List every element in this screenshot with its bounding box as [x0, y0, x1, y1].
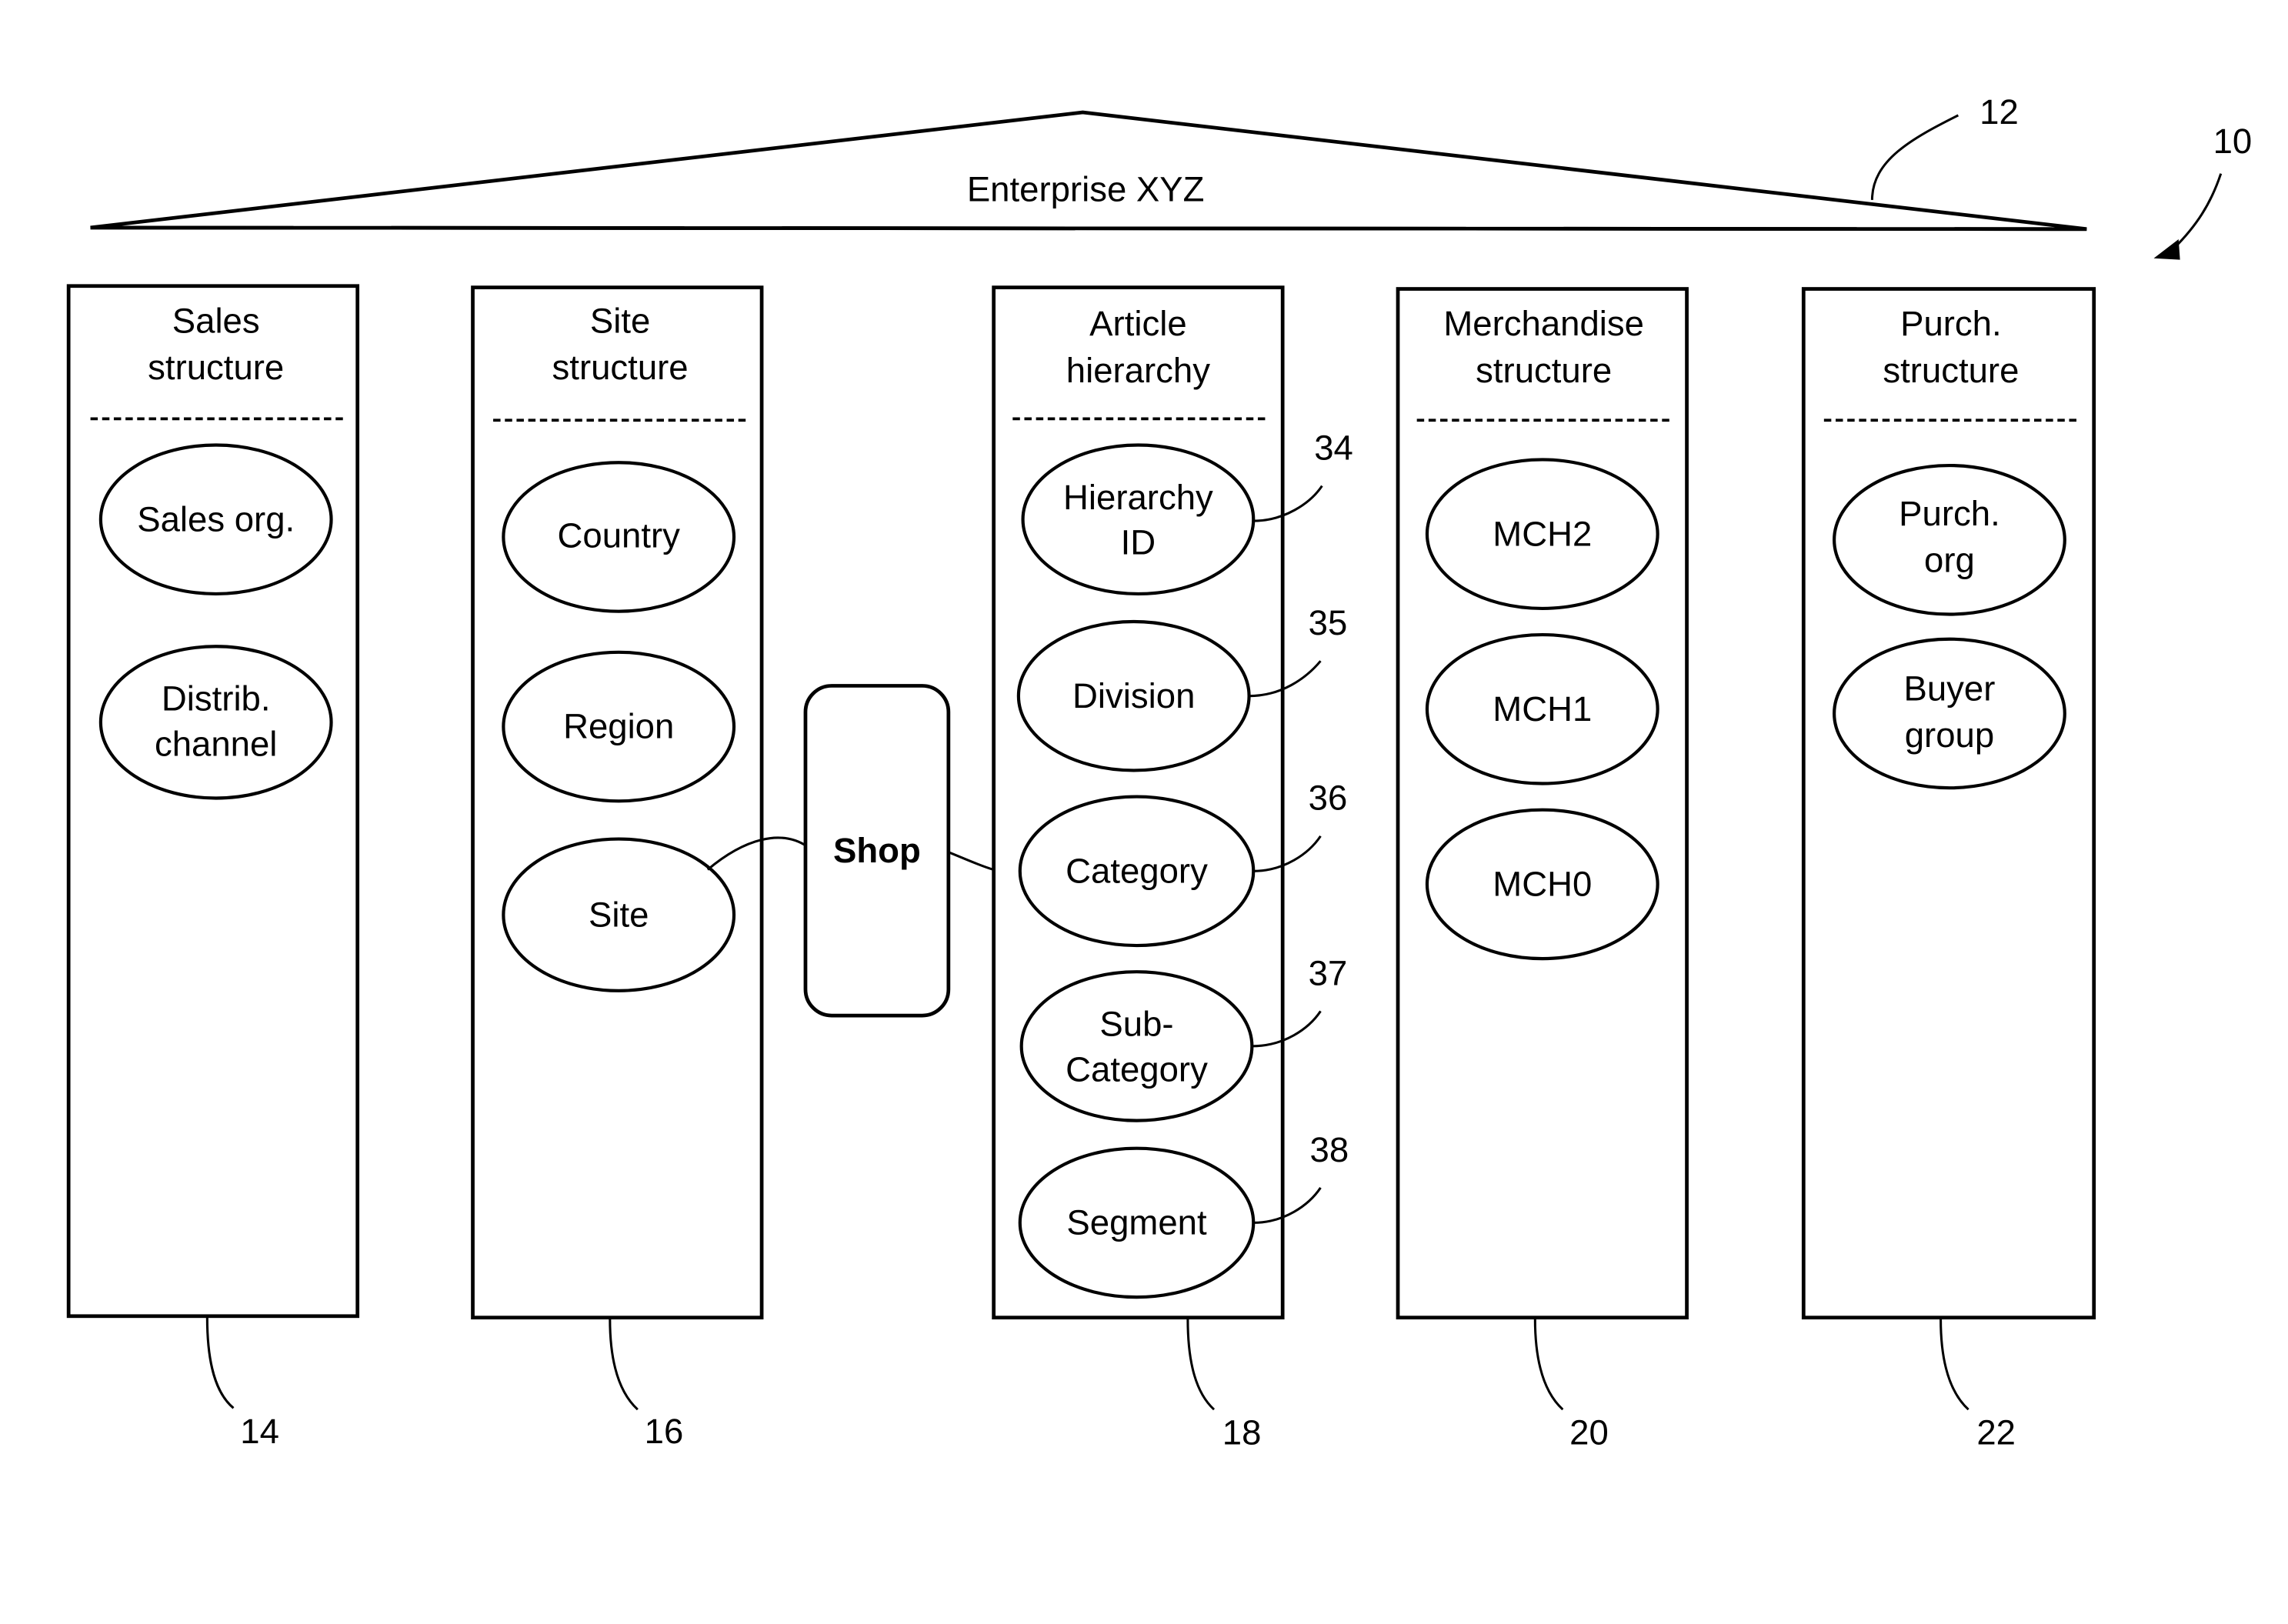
node-region[interactable]: Region — [502, 650, 736, 803]
node-reference: 34 — [1314, 428, 1353, 467]
node-label: Region — [563, 707, 674, 746]
node-label: Category — [1066, 851, 1208, 890]
node-label: Site — [589, 895, 649, 934]
enterprise-reference: 12 — [1979, 92, 2019, 132]
node-label-line-2: group — [1905, 715, 1994, 755]
node-ellipse — [1833, 637, 2066, 790]
column-title-line-2: structure — [552, 348, 689, 387]
node-ellipse — [98, 645, 333, 800]
shop-label: Shop — [833, 831, 921, 870]
node-label: Country — [558, 515, 681, 555]
node-label-line-1: Buyer — [1904, 669, 1996, 708]
column-title-line-2: structure — [148, 348, 284, 387]
figure-reference-arrow-line — [2173, 173, 2223, 249]
column-title-line-1: Sales — [172, 301, 260, 340]
enterprise-label: Enterprise XYZ — [967, 170, 1205, 209]
node-label-line-1: Sub- — [1099, 1005, 1173, 1044]
node-ellipse — [1021, 443, 1256, 596]
column-title-line-2: hierarchy — [1066, 351, 1210, 390]
column-box — [66, 284, 360, 1319]
node-label: Segment — [1066, 1203, 1207, 1242]
column-title-line-2: structure — [1883, 351, 2019, 390]
node-reference: 35 — [1309, 603, 1348, 642]
column-leader-line — [205, 1317, 235, 1409]
node-label: MCH1 — [1493, 689, 1592, 729]
column-purch-structure: Purch. structure Purch. org Buyer group … — [1801, 287, 2096, 1452]
column-sales-structure: Sales structure Sales org. Distrib. chan… — [66, 284, 360, 1451]
column-leader-line — [1186, 1319, 1216, 1411]
node-sales-org[interactable]: Sales org. — [98, 443, 333, 596]
column-reference: 20 — [1569, 1413, 1609, 1452]
node-site[interactable]: Site — [502, 837, 736, 992]
node-label-line-1: Distrib. — [162, 679, 271, 719]
figure-reference: 10 — [2153, 122, 2253, 260]
node-label: MCH0 — [1493, 865, 1592, 904]
node-ellipse — [1019, 970, 1254, 1122]
enterprise-base-line — [90, 225, 2087, 232]
column-reference: 14 — [240, 1412, 279, 1451]
column-title-line-1: Merchandise — [1443, 304, 1644, 343]
column-box — [1801, 287, 2096, 1320]
node-mch2[interactable]: MCH2 — [1425, 458, 1659, 611]
column-merchandise-structure: Merchandise structure MCH2 MCH1 MCH0 20 — [1396, 287, 1689, 1452]
node-purch-org[interactable]: Purch. org — [1833, 463, 2066, 616]
column-leader-line — [1533, 1319, 1564, 1411]
column-reference: 18 — [1222, 1413, 1262, 1452]
diagram-canvas: Enterprise XYZ 12 10 Sales structure Sal… — [66, 92, 2253, 1452]
node-mch1[interactable]: MCH1 — [1425, 632, 1659, 785]
node-label: Sales org. — [137, 499, 295, 539]
figure-reference-arrowhead-icon — [2153, 239, 2180, 260]
node-label: Division — [1072, 676, 1195, 715]
enterprise-leader-line — [1870, 114, 1959, 200]
node-label-line-1: Hierarchy — [1063, 478, 1213, 517]
node-buyer-group[interactable]: Buyer group — [1833, 637, 2066, 790]
column-box — [1396, 287, 1689, 1320]
column-title-line-2: structure — [1476, 351, 1612, 390]
column-reference: 16 — [645, 1412, 684, 1451]
column-reference: 22 — [1976, 1413, 2016, 1452]
column-leader-line — [1939, 1319, 1969, 1411]
node-reference: 36 — [1309, 779, 1348, 818]
figure-reference-number: 10 — [2213, 122, 2253, 161]
column-title-line-1: Site — [590, 301, 650, 340]
column-leader-line — [609, 1319, 639, 1411]
column-title-line-1: Article — [1089, 304, 1186, 343]
node-distrib-channel[interactable]: Distrib. channel — [98, 645, 333, 800]
enterprise-roof: Enterprise XYZ 12 — [90, 92, 2087, 232]
node-reference: 37 — [1309, 953, 1348, 992]
node-label-line-2: channel — [155, 724, 277, 763]
node-country[interactable]: Country — [502, 461, 736, 613]
node-label-line-2: ID — [1121, 523, 1156, 562]
column-site-structure: Site structure Country Region Site 16 — [471, 285, 764, 1451]
node-reference: 38 — [1310, 1130, 1349, 1169]
node-label: MCH2 — [1493, 514, 1592, 553]
node-label-line-2: org — [1924, 540, 1975, 579]
node-label-line-2: Category — [1066, 1049, 1208, 1089]
column-article-hierarchy: Article hierarchy Hierarchy ID 34 Divisi… — [992, 285, 1353, 1452]
node-label-line-1: Purch. — [1899, 494, 2000, 533]
column-title-line-1: Purch. — [1900, 304, 2002, 343]
node-mch0[interactable]: MCH0 — [1425, 808, 1659, 961]
